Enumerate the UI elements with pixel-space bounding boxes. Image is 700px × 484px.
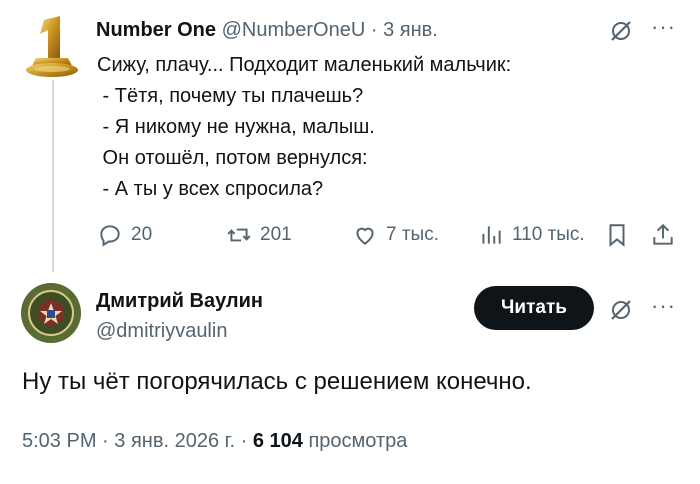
reply-count: 20 — [131, 224, 153, 245]
more-icon[interactable]: ··· — [651, 293, 676, 319]
grok-icon[interactable] — [609, 298, 633, 322]
share-icon — [653, 223, 673, 245]
more-icon[interactable]: ··· — [651, 14, 676, 40]
post-date[interactable]: 3 янв. — [383, 19, 438, 41]
reply-button[interactable]: 20 — [97, 222, 152, 248]
like-icon — [356, 227, 374, 245]
author-handle[interactable]: @NumberOneU — [222, 19, 366, 41]
share-button[interactable] — [650, 222, 676, 248]
dot-separator: · — [370, 19, 378, 41]
repost-count: 201 — [260, 224, 292, 245]
repost-button[interactable]: 201 — [226, 222, 292, 248]
views-button[interactable]: 110 тыс. — [478, 222, 585, 248]
views-icon — [482, 226, 501, 244]
reply-author-handle[interactable]: @dmitriyvaulin — [96, 320, 227, 343]
avatar[interactable] — [22, 14, 82, 80]
reply-views-label: просмотра — [308, 430, 408, 452]
reply-icon — [100, 225, 120, 247]
reply-time[interactable]: 5:03 PM — [22, 430, 96, 452]
like-button[interactable]: 7 тыс. — [352, 222, 439, 248]
number-one-logo — [26, 16, 78, 77]
reply-views-count: 6 104 — [252, 430, 303, 452]
bookmark-button[interactable] — [604, 222, 630, 248]
reply-avatar[interactable] — [21, 283, 81, 343]
action-bar: 20 201 7 тыс. 110 тыс. — [0, 222, 700, 248]
repost-icon — [227, 228, 251, 242]
dot-separator: · — [240, 430, 248, 452]
reply-text: Ну ты чёт погорячилась с решением конечн… — [22, 368, 532, 395]
dot-separator: · — [102, 430, 109, 452]
author-name[interactable]: Number One — [96, 19, 216, 41]
reply-author-name[interactable]: Дмитрий Ваулин — [96, 290, 263, 313]
grok-icon[interactable] — [609, 19, 633, 43]
follow-button[interactable]: Читать — [474, 286, 594, 330]
bookmark-icon — [609, 224, 625, 247]
reply-date[interactable]: 3 янв. 2026 г. — [114, 430, 235, 452]
emblem-avatar-image — [21, 283, 81, 343]
like-count: 7 тыс. — [386, 224, 439, 245]
parent-header: Number One @NumberOneU · 3 янв. — [96, 19, 438, 42]
post-text: Сижу, плачу... Подходит маленький мальчи… — [97, 54, 512, 200]
views-count: 110 тыс. — [512, 224, 585, 245]
reply-meta: 5:03 PM · 3 янв. 2026 г. · 6 104 просмот… — [22, 430, 407, 453]
